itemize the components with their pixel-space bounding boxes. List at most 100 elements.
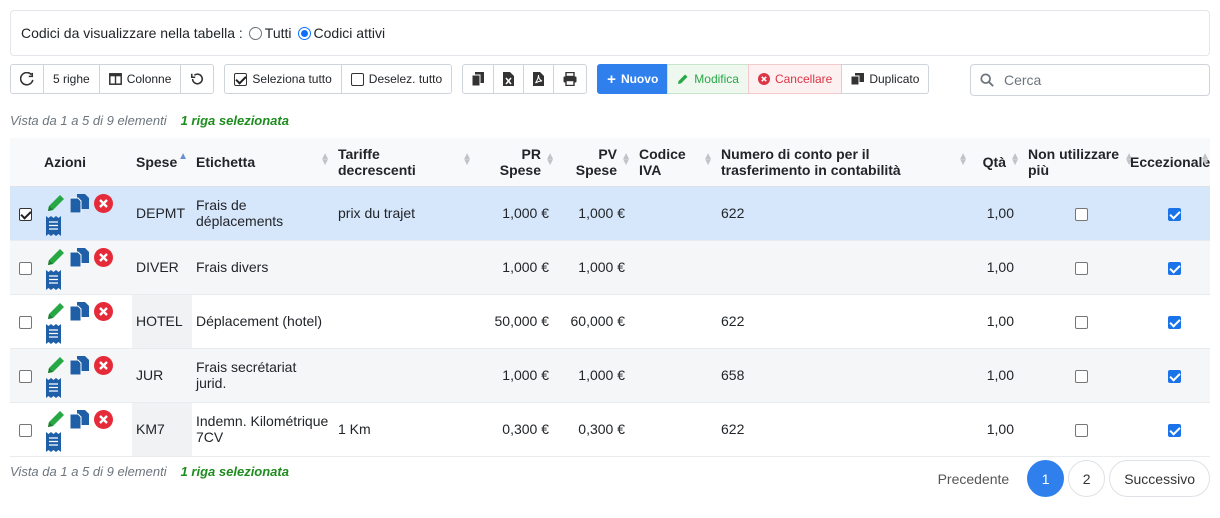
- table-header-row: Azioni Spese ▲ Etichetta ▲ ▼ Tariffe decres…: [10, 138, 1210, 187]
- sort-icon: ▲ ▼: [545, 151, 555, 168]
- header-non-utilizzare[interactable]: Non utilizzare più ▲ ▼: [1024, 138, 1138, 187]
- new-label: Nuovo: [620, 72, 659, 86]
- header-spese[interactable]: Spese ▲: [132, 138, 192, 187]
- radio-all[interactable]: Tutti: [248, 25, 292, 41]
- receipt-icon[interactable]: [46, 216, 61, 239]
- row-actions: [44, 407, 114, 452]
- duplicate-icon[interactable]: [69, 302, 90, 324]
- edit-icon[interactable]: [46, 247, 66, 270]
- row-select-cell[interactable]: [10, 294, 40, 349]
- deselect-all-button[interactable]: Deselez. tutto: [340, 64, 453, 94]
- table-row[interactable]: JUR Frais secrétariat jurid. 1,000 € 1,0…: [10, 348, 1210, 403]
- row-select-checkbox[interactable]: [18, 261, 32, 275]
- page-button-1[interactable]: 1: [1027, 460, 1065, 497]
- row-select-checkbox[interactable]: [18, 315, 32, 329]
- header-codice-iva[interactable]: Codice IVA ▲ ▼: [635, 138, 717, 187]
- row-select-checkbox[interactable]: [18, 369, 32, 383]
- header-eccezionale[interactable]: Eccezionale ▲ ▼: [1130, 138, 1210, 187]
- cell-spese: DEPMT: [132, 186, 192, 241]
- refresh-button[interactable]: [10, 64, 44, 94]
- receipt-icon[interactable]: [46, 324, 61, 347]
- table-row[interactable]: DEPMT Frais de déplacements prix du traj…: [10, 186, 1210, 241]
- delete-row-icon[interactable]: [94, 194, 113, 216]
- table-row[interactable]: HOTEL Déplacement (hotel) 50,000 € 60,00…: [10, 294, 1210, 349]
- duplicate-button[interactable]: Duplicato: [841, 64, 930, 94]
- header-non-utilizzare-label: Non utilizzare più: [1028, 145, 1120, 178]
- receipt-icon[interactable]: [46, 432, 61, 455]
- cell-qta: 1,00: [972, 348, 1024, 403]
- non-utilizzare-checkbox: [1074, 261, 1088, 275]
- cell-spese: JUR: [132, 348, 192, 403]
- table-row[interactable]: DIVER Frais divers 1,000 € 1,000 € 1,00: [10, 240, 1210, 295]
- radio-all-label[interactable]: Tutti: [265, 25, 292, 41]
- search-input[interactable]: [1002, 71, 1202, 89]
- pdf-button[interactable]: [523, 64, 555, 94]
- deselect-all-label: Deselez. tutto: [368, 72, 443, 86]
- duplicate-icon[interactable]: [69, 410, 90, 432]
- receipt-icon[interactable]: [46, 270, 61, 293]
- cell-etichetta: Indemn. Kilométrique 7CV: [192, 402, 334, 457]
- header-qta[interactable]: Qtà ▲ ▼: [972, 138, 1024, 187]
- plus-icon: +: [607, 70, 616, 88]
- header-tariffe[interactable]: Tariffe decrescenti ▲ ▼: [334, 138, 476, 187]
- delete-button[interactable]: Cancellare: [747, 64, 843, 94]
- columns-button[interactable]: Colonne: [98, 64, 182, 94]
- row-select-cell[interactable]: [10, 186, 40, 241]
- table-info-bottom: Vista da 1 a 5 di 9 elementi 1 riga sele…: [10, 464, 289, 479]
- duplicate-icon[interactable]: [69, 248, 90, 270]
- header-pv-spese[interactable]: PV Spese ▲ ▼: [559, 138, 635, 187]
- radio-all-dot[interactable]: [248, 26, 262, 40]
- edit-icon[interactable]: [46, 301, 66, 324]
- excel-button[interactable]: [493, 64, 525, 94]
- search-box[interactable]: [970, 64, 1210, 96]
- edit-icon[interactable]: [46, 355, 66, 378]
- radio-active-label[interactable]: Codici attivi: [314, 25, 386, 41]
- delete-row-icon[interactable]: [94, 302, 113, 324]
- delete-row-icon[interactable]: [94, 248, 113, 270]
- print-button[interactable]: [553, 64, 588, 94]
- reset-button[interactable]: [180, 64, 215, 94]
- table-body: DEPMT Frais de déplacements prix du traj…: [10, 186, 1210, 457]
- header-qta-label: Qtà: [982, 153, 1006, 170]
- edit-icon[interactable]: [46, 409, 66, 432]
- receipt-icon[interactable]: [46, 378, 61, 401]
- delete-row-icon[interactable]: [94, 410, 113, 432]
- header-pr-spese[interactable]: PR Spese ▲ ▼: [476, 138, 559, 187]
- row-actions: [44, 191, 114, 236]
- new-button[interactable]: + Nuovo: [597, 64, 669, 94]
- header-spese-label: Spese: [136, 153, 178, 170]
- header-etichetta[interactable]: Etichetta ▲ ▼: [192, 138, 334, 187]
- print-icon: [563, 72, 577, 86]
- non-utilizzare-checkbox: [1074, 423, 1088, 437]
- copy-button[interactable]: [462, 64, 495, 94]
- next-page-button[interactable]: Successivo: [1109, 460, 1210, 497]
- prev-page-button[interactable]: Precedente: [923, 460, 1024, 497]
- rows-per-page-button[interactable]: 5 righe: [43, 64, 100, 94]
- search-icon: [980, 73, 994, 87]
- delete-row-icon[interactable]: [94, 356, 113, 378]
- radio-active[interactable]: Codici attivi: [297, 25, 386, 41]
- filter-label: Codici da visualizzare nella tabella :: [21, 25, 243, 41]
- edit-button[interactable]: Modifica: [667, 64, 749, 94]
- cell-tariffe: 1 Km: [334, 402, 476, 457]
- row-select-cell[interactable]: [10, 402, 40, 457]
- row-select-checkbox[interactable]: [18, 207, 32, 221]
- header-numero-conto-label: Numero di conto per il trasferimento in …: [721, 145, 901, 178]
- duplicate-icon[interactable]: [69, 194, 90, 216]
- row-select-cell[interactable]: [10, 348, 40, 403]
- undo-icon: [191, 73, 204, 85]
- columns-label: Colonne: [126, 72, 172, 86]
- table-row[interactable]: KM7 Indemn. Kilométrique 7CV 1 Km 0,300 …: [10, 402, 1210, 457]
- copy-icon: [472, 72, 485, 86]
- cell-non-utilizzare: [1024, 240, 1138, 295]
- select-all-button[interactable]: Seleziona tutto: [224, 64, 342, 94]
- cell-qta: 1,00: [972, 240, 1024, 295]
- page-button-2[interactable]: 2: [1068, 460, 1106, 497]
- eccezionale-checkbox: [1167, 369, 1181, 383]
- radio-active-dot[interactable]: [297, 26, 311, 40]
- duplicate-icon[interactable]: [69, 356, 90, 378]
- row-select-cell[interactable]: [10, 240, 40, 295]
- edit-icon[interactable]: [46, 193, 66, 216]
- row-select-checkbox[interactable]: [18, 423, 32, 437]
- header-numero-conto[interactable]: Numero di conto per il trasferimento in …: [717, 138, 972, 187]
